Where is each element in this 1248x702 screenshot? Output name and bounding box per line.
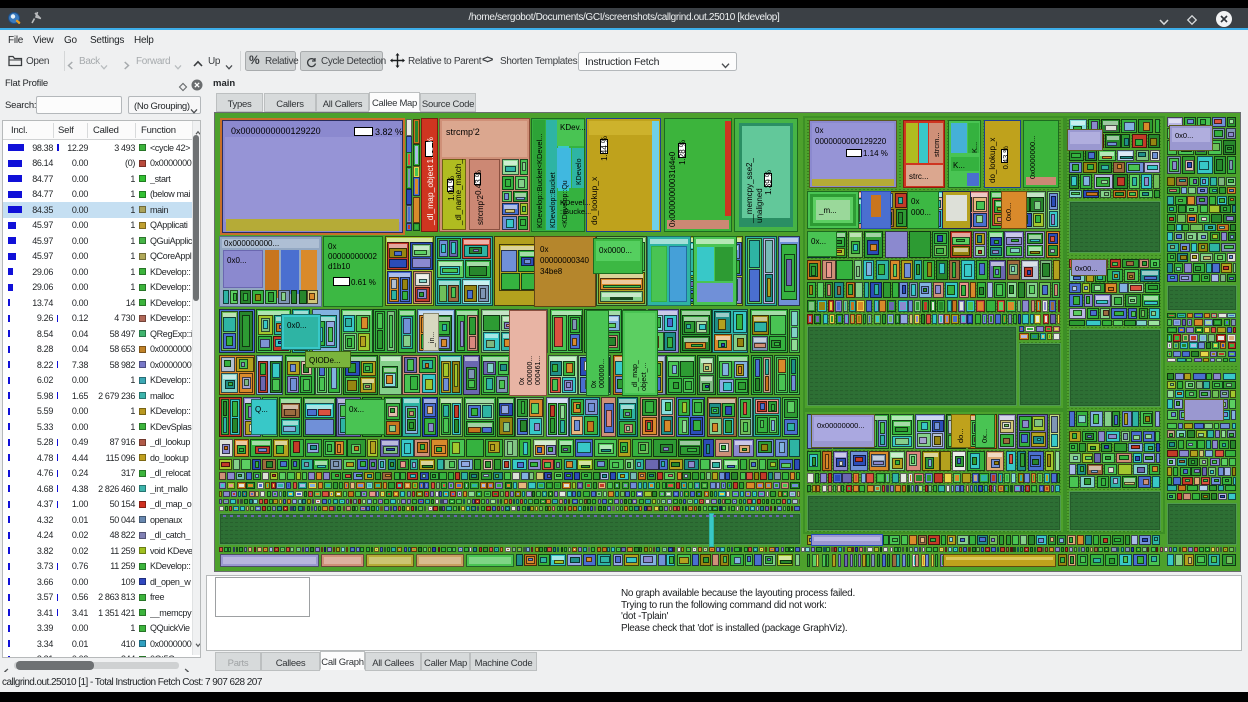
svg-text:0x00...: 0x00... — [1075, 264, 1098, 273]
svg-text:1.44 %: 1.44 % — [600, 136, 609, 161]
svg-text:0x: 0x — [591, 380, 598, 388]
svg-text:0x000000000...: 0x000000000... — [224, 239, 279, 248]
svg-text:object_...: object_... — [641, 363, 648, 391]
svg-text:Q...: Q... — [255, 405, 268, 414]
svg-text:0.61 %: 0.61 % — [351, 278, 376, 287]
svg-text:0x0...: 0x0... — [227, 256, 247, 265]
svg-text:1.04 %: 1.04 % — [447, 176, 456, 201]
svg-text:00000000340: 00000000340 — [540, 256, 589, 265]
svg-text:strcmp'2: strcmp'2 — [446, 127, 480, 137]
svg-text:_in...: _in... — [429, 332, 436, 348]
svg-text:1.96 %: 1.96 % — [425, 137, 435, 164]
svg-text:0x: 0x — [540, 245, 548, 254]
svg-text:0x0...: 0x0... — [287, 321, 307, 330]
svg-text:0x0...: 0x0... — [1175, 131, 1193, 140]
svg-text:0x0...: 0x0... — [1004, 203, 1013, 221]
svg-text:0000000000129220: 0000000000129220 — [815, 137, 887, 146]
svg-text:__memcpy_sse2_: __memcpy_sse2_ — [745, 158, 754, 224]
svg-text:_dl_map_object: _dl_map_object — [425, 164, 435, 226]
svg-text:0x00000000...: 0x00000000... — [817, 421, 865, 430]
svg-text:0x: 0x — [911, 197, 919, 206]
svg-text:0.43 %: 0.43 % — [1001, 146, 1010, 170]
svg-text:KDevelop::Bucket: KDevelop::Bucket — [550, 172, 557, 228]
svg-text:do_lookup_x: do_lookup_x — [589, 176, 599, 225]
svg-text:34be8: 34be8 — [540, 267, 563, 276]
svg-text:0x: 0x — [328, 242, 336, 251]
svg-text:strc...: strc... — [909, 172, 929, 181]
svg-text:strcm...: strcm... — [932, 132, 941, 157]
svg-text:K...: K... — [953, 161, 965, 170]
svg-text:strcmp'2: strcmp'2 — [476, 194, 485, 225]
svg-text:KDevel...: KDevel... — [560, 198, 590, 207]
svg-text:0x...: 0x... — [811, 237, 826, 246]
svg-text:do_lookup_x: do_lookup_x — [988, 138, 997, 183]
svg-text:KDev...: KDev... — [560, 123, 586, 132]
svg-text:unaligned: unaligned — [755, 188, 764, 223]
svg-text:0.43 %: 0.43 % — [474, 170, 483, 195]
svg-text:K...: K... — [970, 142, 979, 153]
svg-text:0x0000000...: 0x0000000... — [1028, 136, 1037, 179]
svg-text:3.82 %: 3.82 % — [375, 127, 403, 137]
svg-text:1.39 %: 1.39 % — [764, 170, 773, 195]
svg-text:_dl_map_: _dl_map_ — [632, 360, 639, 392]
svg-text:00000000002: 00000000002 — [328, 252, 377, 261]
svg-text:000000...: 000000... — [599, 359, 606, 388]
svg-text:d1b10: d1b10 — [328, 262, 351, 271]
svg-text:000000...: 000000... — [527, 356, 534, 385]
svg-text:0x: 0x — [815, 126, 823, 135]
svg-text:_m...: _m... — [818, 206, 837, 215]
svg-text:::Bucke...: ::Bucke... — [560, 207, 591, 216]
svg-text:KDevelo: KDevelo — [576, 158, 583, 185]
svg-text:0x00000000031d4e0: 0x00000000031d4e0 — [668, 151, 677, 227]
svg-text:do...: do... — [956, 428, 965, 443]
svg-text:KDevelop::Bucket<KDevel...: KDevelop::Bucket<KDevel... — [535, 134, 544, 228]
svg-text:000461...: 000461... — [535, 356, 542, 385]
svg-text:1.14 %: 1.14 % — [863, 149, 888, 158]
svg-text:0x0000...: 0x0000... — [599, 246, 632, 255]
svg-text:1.28 %: 1.28 % — [678, 140, 687, 165]
svg-text:0x...: 0x... — [980, 429, 989, 443]
svg-text:000...: 000... — [911, 208, 931, 217]
svg-text:QIODe...: QIODe... — [309, 356, 341, 365]
svg-text:0x...: 0x... — [349, 405, 364, 414]
svg-text:0x: 0x — [519, 377, 526, 385]
svg-text:0x0000000000129220: 0x0000000000129220 — [231, 126, 321, 136]
